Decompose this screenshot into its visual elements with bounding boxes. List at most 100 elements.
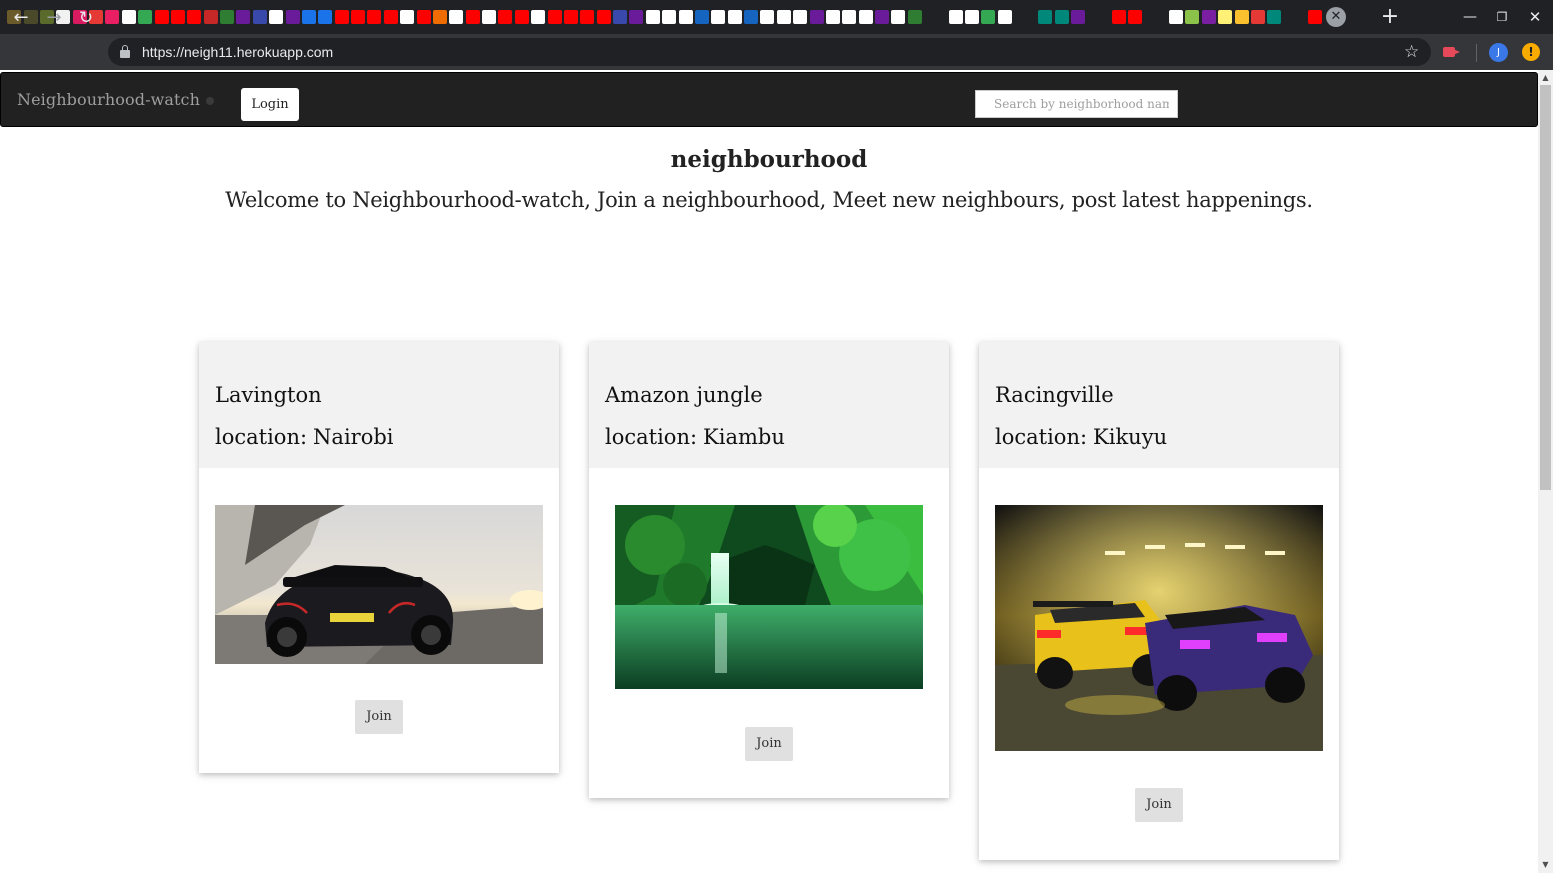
tab-favicon-icon[interactable] [809,10,824,24]
card-header: Racingville location: Kikuyu [979,342,1339,468]
tab-favicon-icon[interactable] [1267,10,1282,24]
brand-link[interactable]: Neighbourhood-watch [17,90,200,109]
page-scrollbar[interactable]: ▲ ▼ [1538,70,1553,873]
tab-favicon-icon[interactable] [432,10,447,24]
tab-favicon-icon[interactable] [154,10,169,24]
tab-favicon-icon[interactable] [842,10,857,24]
neighborhood-search-input[interactable] [975,90,1178,118]
tab-favicon-icon[interactable] [727,10,742,24]
tab-favicon-icon[interactable] [318,10,333,24]
tab-favicon-icon[interactable] [1308,10,1323,24]
tab-favicon-icon[interactable] [1128,10,1143,24]
tab-favicon-icon[interactable] [776,10,791,24]
tab-favicon-icon[interactable] [981,10,996,24]
tab-favicon-icon[interactable] [891,10,906,24]
profile-avatar[interactable]: J [1489,43,1508,62]
lock-icon[interactable] [120,45,130,58]
tab-favicon-icon[interactable] [1111,10,1126,24]
update-alert-icon[interactable]: ! [1522,43,1540,61]
forward-arrow-icon[interactable]: → [40,4,68,32]
neighbourhood-name: Racingville [995,383,1114,407]
extension-icon[interactable] [1443,44,1461,60]
tab-favicon-icon[interactable] [1185,10,1200,24]
tab-favicon-icon[interactable] [596,10,611,24]
tab-favicon-icon[interactable] [531,10,546,24]
tab-favicon-icon[interactable] [907,10,922,24]
tab-favicon-icon[interactable] [744,10,759,24]
tab-favicon-icon[interactable] [285,10,300,24]
tab-favicon-icon[interactable] [1201,10,1216,24]
tab-favicon-icon[interactable] [1071,10,1086,24]
tab-favicon-icon[interactable] [678,10,693,24]
tab-favicon-icon[interactable] [629,10,644,24]
card-header: Lavington location: Nairobi [199,342,559,468]
tab-favicon-icon[interactable] [482,10,497,24]
tab-favicon-icon[interactable] [465,10,480,24]
address-bar-url[interactable]: https://neigh11.herokuapp.com [142,42,333,62]
tab-favicon-icon[interactable] [170,10,185,24]
tab-favicon-icon[interactable] [563,10,578,24]
join-button[interactable]: Join [745,727,793,761]
tab-favicon-icon[interactable] [301,10,316,24]
tab-favicon-icon[interactable] [367,10,382,24]
tab-favicon-icon[interactable] [694,10,709,24]
tab-favicon-icon[interactable] [220,10,235,24]
tab-favicon-icon[interactable] [825,10,840,24]
window-close-button[interactable]: ✕ [1525,6,1545,28]
tab-favicon-icon[interactable] [105,10,120,24]
close-tab-icon[interactable]: ✕ [1326,7,1346,27]
scroll-up-arrow-icon[interactable]: ▲ [1538,72,1553,84]
bookmark-star-icon[interactable]: ☆ [1404,40,1419,64]
scroll-down-arrow-icon[interactable]: ▼ [1538,859,1553,871]
tab-favicon-icon[interactable] [351,10,366,24]
tab-favicon-icon[interactable] [203,10,218,24]
tab-favicon-icon[interactable] [269,10,284,24]
tab-favicon-icon[interactable] [858,10,873,24]
tab-favicon-icon[interactable] [121,10,136,24]
tab-favicon-icon[interactable] [449,10,464,24]
tab-favicon-icon[interactable] [1014,10,1036,24]
tab-favicon-icon[interactable] [875,10,890,24]
tab-favicon-icon[interactable] [760,10,775,24]
reload-icon[interactable]: ↻ [72,4,100,32]
tab-favicon-icon[interactable] [997,10,1012,24]
new-tab-button[interactable]: + [1378,4,1402,30]
back-arrow-icon[interactable]: ← [7,4,35,32]
join-button[interactable]: Join [1135,788,1183,822]
tab-favicon-icon[interactable] [1218,10,1233,24]
tab-favicon-icon[interactable] [416,10,431,24]
tab-favicon-icon[interactable] [580,10,595,24]
tab-favicon-icon[interactable] [662,10,677,24]
login-button[interactable]: Login [241,88,299,121]
tab-favicon-icon[interactable] [1169,10,1184,24]
tab-favicon-icon[interactable] [236,10,251,24]
tab-favicon-icon[interactable] [1054,10,1069,24]
tab-favicon-icon[interactable] [1234,10,1249,24]
tab-favicon-icon[interactable] [964,10,979,24]
tab-favicon-icon[interactable] [498,10,513,24]
tab-favicon-icon[interactable] [645,10,660,24]
tab-favicon-icon[interactable] [793,10,808,24]
tab-favicon-icon[interactable] [252,10,267,24]
tab-favicon-icon[interactable] [1250,10,1265,24]
tab-favicon-icon[interactable] [187,10,202,24]
tab-favicon-icon[interactable] [711,10,726,24]
tab-favicon-icon[interactable] [1088,10,1110,24]
tab-favicon-icon[interactable] [383,10,398,24]
tab-favicon-icon[interactable] [1145,10,1167,24]
scrollbar-thumb[interactable] [1540,85,1551,490]
tab-favicon-icon[interactable] [613,10,628,24]
tab-favicon-icon[interactable] [547,10,562,24]
window-restore-button[interactable]: ❐ [1492,6,1512,28]
tab-favicon-icon[interactable] [1284,10,1306,24]
join-button[interactable]: Join [355,700,403,734]
tab-favicon-icon[interactable] [514,10,529,24]
tab-favicon-icon[interactable] [948,10,963,24]
window-minimize-button[interactable]: — [1460,6,1480,28]
tab-favicon-icon[interactable] [924,10,946,24]
supercar-image [215,505,543,664]
tab-favicon-icon[interactable] [138,10,153,24]
tab-favicon-icon[interactable] [1038,10,1053,24]
tab-favicon-icon[interactable] [400,10,415,24]
tab-favicon-icon[interactable] [334,10,349,24]
